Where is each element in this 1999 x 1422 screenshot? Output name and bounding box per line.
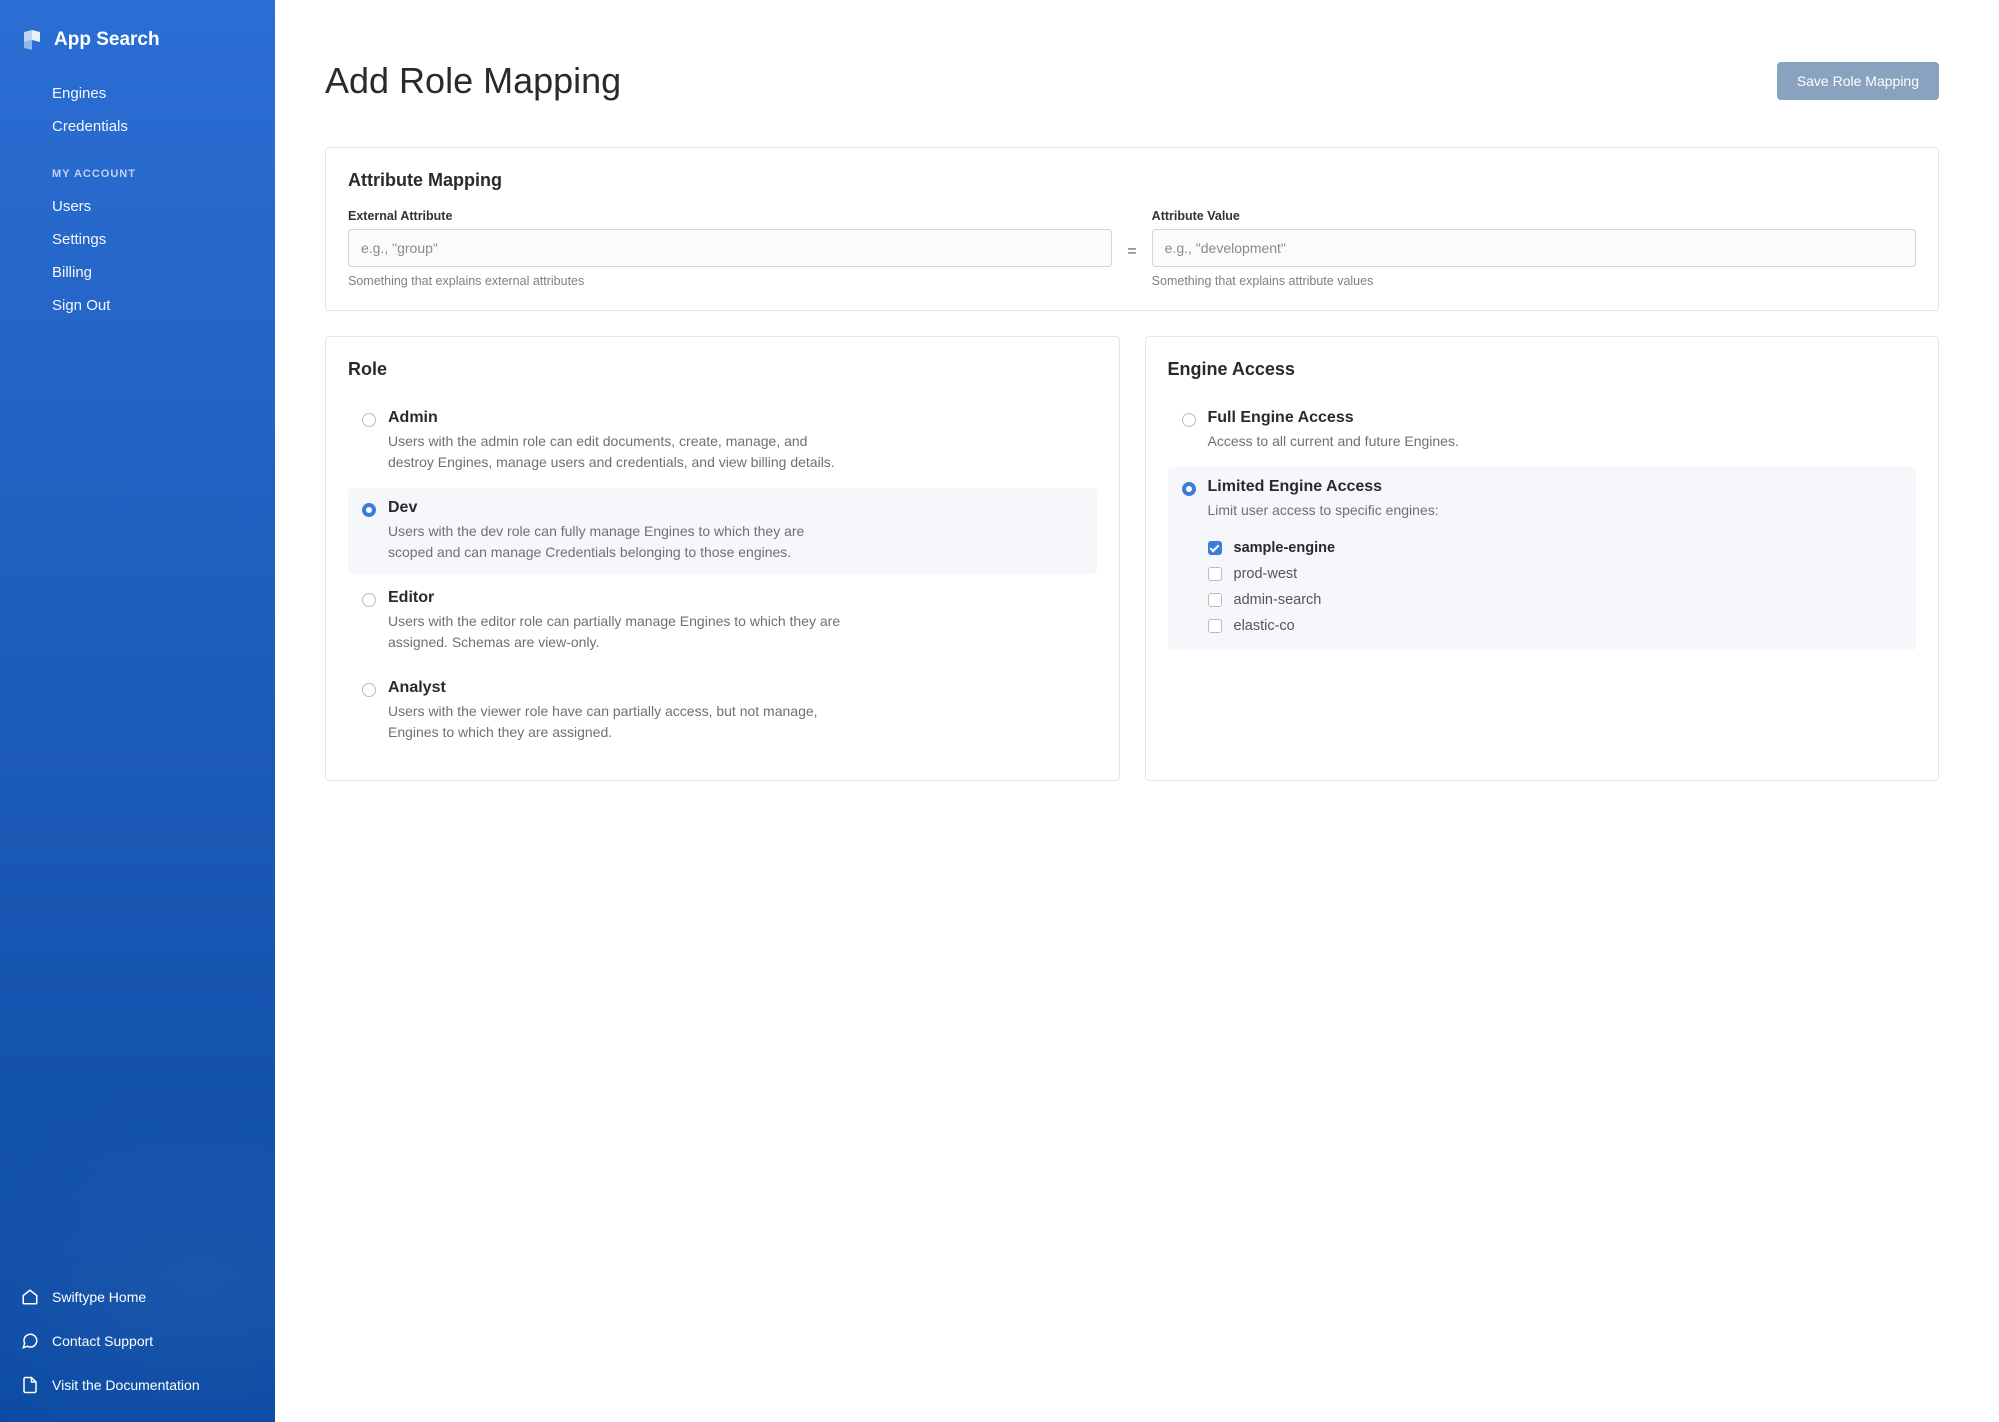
external-attribute-label: External Attribute [348,209,1112,223]
sidebar-bottom-links: Swiftype Home Contact Support Visit the … [0,1275,275,1422]
radio-icon [362,503,376,517]
radio-icon [362,683,376,697]
nav-item-signout[interactable]: Sign Out [0,289,275,322]
save-role-mapping-button[interactable]: Save Role Mapping [1777,62,1939,100]
checkbox-icon [1208,593,1222,607]
access-desc: Limit user access to specific engines: [1208,500,1668,521]
role-desc: Users with the admin role can edit docum… [388,431,848,473]
radio-icon [362,593,376,607]
page-header: Add Role Mapping Save Role Mapping [325,60,1939,102]
app-logo-icon [20,28,44,52]
role-name: Analyst [388,679,1083,697]
role-option-editor[interactable]: Editor Users with the editor role can par… [348,578,1097,664]
chat-icon [20,1331,40,1351]
engine-access-panel: Engine Access Full Engine Access Access t… [1145,336,1940,781]
role-desc: Users with the dev role can fully manage… [388,521,848,563]
role-desc: Users with the editor role can partially… [388,611,848,653]
nav-account-header: MY ACCOUNT [0,168,275,190]
external-attribute-help: Something that explains external attribu… [348,274,1112,288]
access-desc: Access to all current and future Engines… [1208,431,1668,452]
engine-checkbox-list: sample-engine prod-west admin-search elasti… [1208,535,1903,639]
engine-access-option-limited[interactable]: Limited Engine Access Limit user access t… [1168,467,1917,650]
page-title: Add Role Mapping [325,60,621,102]
nav-primary-section: Engines Credentials [0,77,275,143]
attribute-value-label: Attribute Value [1152,209,1916,223]
role-option-dev[interactable]: Dev Users with the dev role can fully man… [348,488,1097,574]
link-documentation[interactable]: Visit the Documentation [0,1363,275,1407]
attribute-value-input[interactable] [1152,229,1916,267]
link-contact-support[interactable]: Contact Support [0,1319,275,1363]
engine-access-option-full[interactable]: Full Engine Access Access to all current … [1168,398,1917,463]
panel-title: Engine Access [1168,359,1917,380]
panel-title: Role [348,359,1097,380]
engine-checkbox-sample-engine[interactable]: sample-engine [1208,535,1903,561]
role-desc: Users with the viewer role have can part… [388,701,848,743]
nav-item-billing[interactable]: Billing [0,256,275,289]
radio-icon [1182,413,1196,427]
nav-item-users[interactable]: Users [0,190,275,223]
checkbox-icon [1208,541,1222,555]
role-name: Editor [388,589,1083,607]
role-option-admin[interactable]: Admin Users with the admin role can edit … [348,398,1097,484]
attribute-value-help: Something that explains attribute values [1152,274,1916,288]
nav-item-engines[interactable]: Engines [0,77,275,110]
link-label: Visit the Documentation [52,1377,200,1393]
radio-icon [362,413,376,427]
role-name: Admin [388,409,1083,427]
doc-icon [20,1375,40,1395]
panel-title: Attribute Mapping [348,170,1916,191]
engine-checkbox-elastic-co[interactable]: elastic-co [1208,613,1903,639]
link-label: Swiftype Home [52,1289,146,1305]
nav-item-credentials[interactable]: Credentials [0,110,275,143]
access-name: Full Engine Access [1208,409,1903,427]
engine-label: admin-search [1234,592,1322,608]
nav-account-section: MY ACCOUNT Users Settings Billing Sign O… [0,168,275,322]
sidebar: App Search Engines Credentials MY ACCOUN… [0,0,275,1422]
engine-label: prod-west [1234,566,1298,582]
role-option-analyst[interactable]: Analyst Users with the viewer role have c… [348,668,1097,754]
attribute-mapping-panel: Attribute Mapping External Attribute Som… [325,147,1939,311]
role-panel: Role Admin Users with the admin role can … [325,336,1120,781]
brand: App Search [0,20,275,77]
radio-icon [1182,482,1196,496]
link-swiftype-home[interactable]: Swiftype Home [0,1275,275,1319]
checkbox-icon [1208,567,1222,581]
brand-name: App Search [54,29,160,51]
role-name: Dev [388,499,1083,517]
main-content: Add Role Mapping Save Role Mapping Attri… [275,0,1999,1422]
engine-label: elastic-co [1234,618,1295,634]
link-label: Contact Support [52,1333,153,1349]
equals-sign: = [1127,237,1136,261]
access-name: Limited Engine Access [1208,478,1903,496]
engine-checkbox-admin-search[interactable]: admin-search [1208,587,1903,613]
external-attribute-input[interactable] [348,229,1112,267]
checkbox-icon [1208,619,1222,633]
engine-label: sample-engine [1234,540,1336,556]
engine-checkbox-prod-west[interactable]: prod-west [1208,561,1903,587]
nav-item-settings[interactable]: Settings [0,223,275,256]
home-icon [20,1287,40,1307]
